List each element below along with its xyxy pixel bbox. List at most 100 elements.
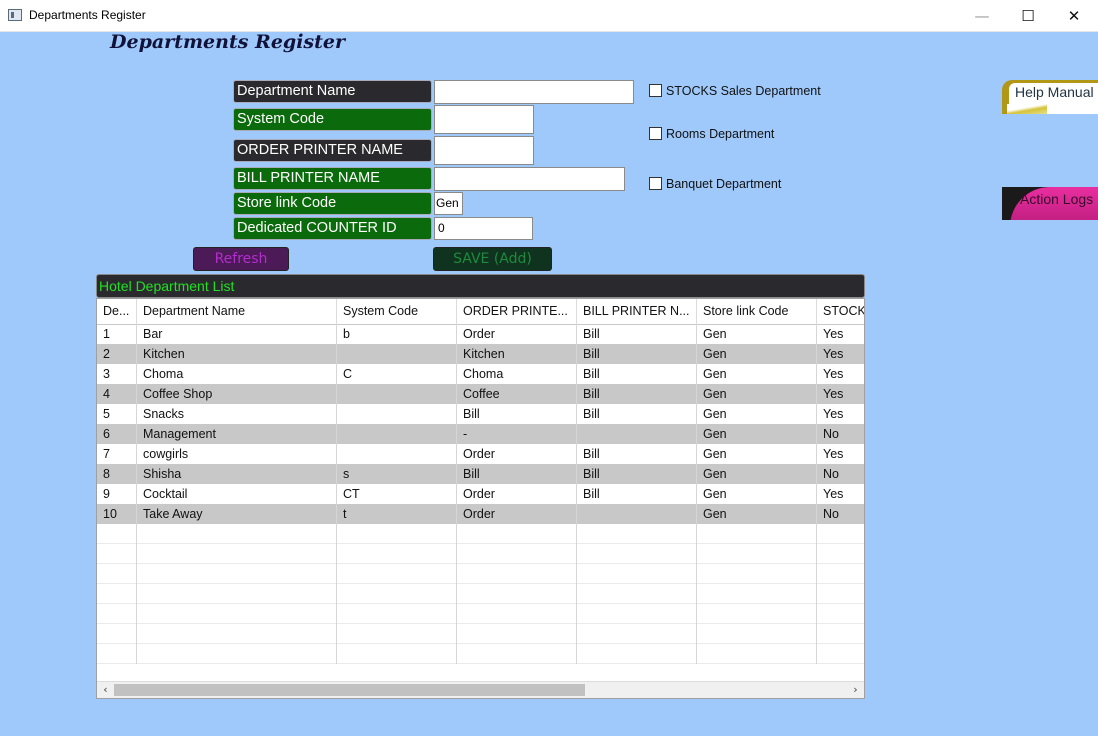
maximize-button[interactable]: ☐ [1005,0,1051,31]
rooms-department-checkbox[interactable] [649,127,662,140]
table-cell: Gen [697,384,817,404]
close-button[interactable]: ✕ [1051,0,1097,31]
scroll-right-icon[interactable]: › [847,682,864,698]
table-cell: Bill [577,344,697,364]
empty-table-cell [337,544,457,564]
empty-table-cell [337,624,457,644]
empty-table-cell [577,524,697,544]
empty-table-cell [457,604,577,624]
table-row[interactable]: 10 Take Away t Order Gen No [97,504,864,524]
empty-table-row [97,624,864,644]
table-cell: Bill [577,384,697,404]
table-cell: Order [457,504,577,524]
table-cell: Bill [577,444,697,464]
table-cell: t [337,504,457,524]
empty-table-cell [577,644,697,664]
department-table[interactable]: De... Department Name System Code ORDER PRI… [96,298,865,699]
minimize-button[interactable]: — [959,0,1005,31]
table-cell [337,344,457,364]
scrollbar-thumb[interactable] [114,684,585,696]
table-cell: Snacks [137,404,337,424]
horizontal-scrollbar[interactable]: ‹ › [97,681,864,698]
table-cell: Yes [817,404,864,424]
table-cell: 2 [97,344,137,364]
table-cell: 3 [97,364,137,384]
table-cell: Yes [817,484,864,504]
empty-table-cell [457,624,577,644]
help-manual-label: Help Manual [1015,84,1094,100]
table-cell: Bill [577,464,697,484]
table-cell: Gen [697,444,817,464]
empty-table-cell [697,584,817,604]
table-row[interactable]: 2 Kitchen Kitchen Bill Gen Yes [97,344,864,364]
dedicated-counter-id-label: Dedicated COUNTER ID [233,217,432,240]
table-header: De... Department Name System Code ORDER PRI… [97,299,864,325]
column-header-department-name[interactable]: Department Name [137,299,337,324]
table-cell: Coffee Shop [137,384,337,404]
empty-table-cell [137,564,337,584]
window-title: Departments Register [29,8,146,22]
empty-table-cell [817,604,864,624]
empty-table-cell [97,644,137,664]
table-cell: Choma [457,364,577,384]
save-add-button[interactable]: SAVE (Add) [433,247,552,271]
column-header-id[interactable]: De... [97,299,137,324]
column-header-stocks[interactable]: STOCKS [817,299,864,324]
empty-table-cell [137,544,337,564]
empty-table-cell [817,564,864,584]
table-cell: No [817,424,864,444]
empty-table-cell [577,544,697,564]
dedicated-counter-id-field[interactable]: 0 [434,217,533,240]
empty-table-cell [697,644,817,664]
empty-table-cell [137,624,337,644]
table-cell: 4 [97,384,137,404]
table-cell: Yes [817,384,864,404]
table-row[interactable]: 5 Snacks Bill Bill Gen Yes [97,404,864,424]
help-manual-button[interactable]: Help Manual [1002,80,1098,114]
table-cell: Bill [457,404,577,424]
empty-table-cell [817,544,864,564]
table-row[interactable]: 1 Bar b Order Bill Gen Yes [97,324,864,344]
table-cell [337,404,457,424]
store-link-code-field[interactable]: Gen [434,192,463,215]
column-header-system-code[interactable]: System Code [337,299,457,324]
empty-table-cell [97,524,137,544]
column-header-bill-printer[interactable]: BILL PRINTER N... [577,299,697,324]
department-list-title: Hotel Department List [96,274,865,298]
table-cell: 6 [97,424,137,444]
column-header-order-printer[interactable]: ORDER PRINTE... [457,299,577,324]
table-cell: Gen [697,484,817,504]
banquet-department-checkbox[interactable] [649,177,662,190]
stocks-sales-department-checkbox[interactable] [649,84,662,97]
empty-table-row [97,564,864,584]
bill-printer-name-field[interactable] [434,167,625,191]
empty-table-cell [697,624,817,644]
table-row[interactable]: 7 cowgirls Order Bill Gen Yes [97,444,864,464]
table-cell: Choma [137,364,337,384]
refresh-button[interactable]: Refresh [193,247,289,271]
order-printer-name-field[interactable] [434,136,534,165]
table-row[interactable]: 4 Coffee Shop Coffee Bill Gen Yes [97,384,864,404]
table-cell [577,424,697,444]
order-printer-name-label: ORDER PRINTER NAME [233,139,432,162]
empty-table-cell [97,564,137,584]
help-manual-accent [1007,104,1047,114]
empty-table-cell [577,584,697,604]
system-code-field[interactable] [434,105,534,134]
table-row[interactable]: 3 Choma C Choma Bill Gen Yes [97,364,864,384]
table-row[interactable]: 9 Cocktail CT Order Bill Gen Yes [97,484,864,504]
scroll-left-icon[interactable]: ‹ [97,682,114,698]
action-logs-button[interactable]: Action Logs [1002,187,1098,220]
table-cell: No [817,464,864,484]
column-header-store-link-code[interactable]: Store link Code [697,299,817,324]
table-cell: cowgirls [137,444,337,464]
bill-printer-name-label: BILL PRINTER NAME [233,167,432,190]
department-name-field[interactable] [434,80,634,104]
empty-table-cell [457,564,577,584]
table-row[interactable]: 8 Shisha s Bill Bill Gen No [97,464,864,484]
page-title: Departments Register [110,31,345,53]
empty-table-cell [457,544,577,564]
empty-table-cell [697,564,817,584]
table-row[interactable]: 6 Management - Gen No [97,424,864,444]
empty-table-row [97,644,864,664]
